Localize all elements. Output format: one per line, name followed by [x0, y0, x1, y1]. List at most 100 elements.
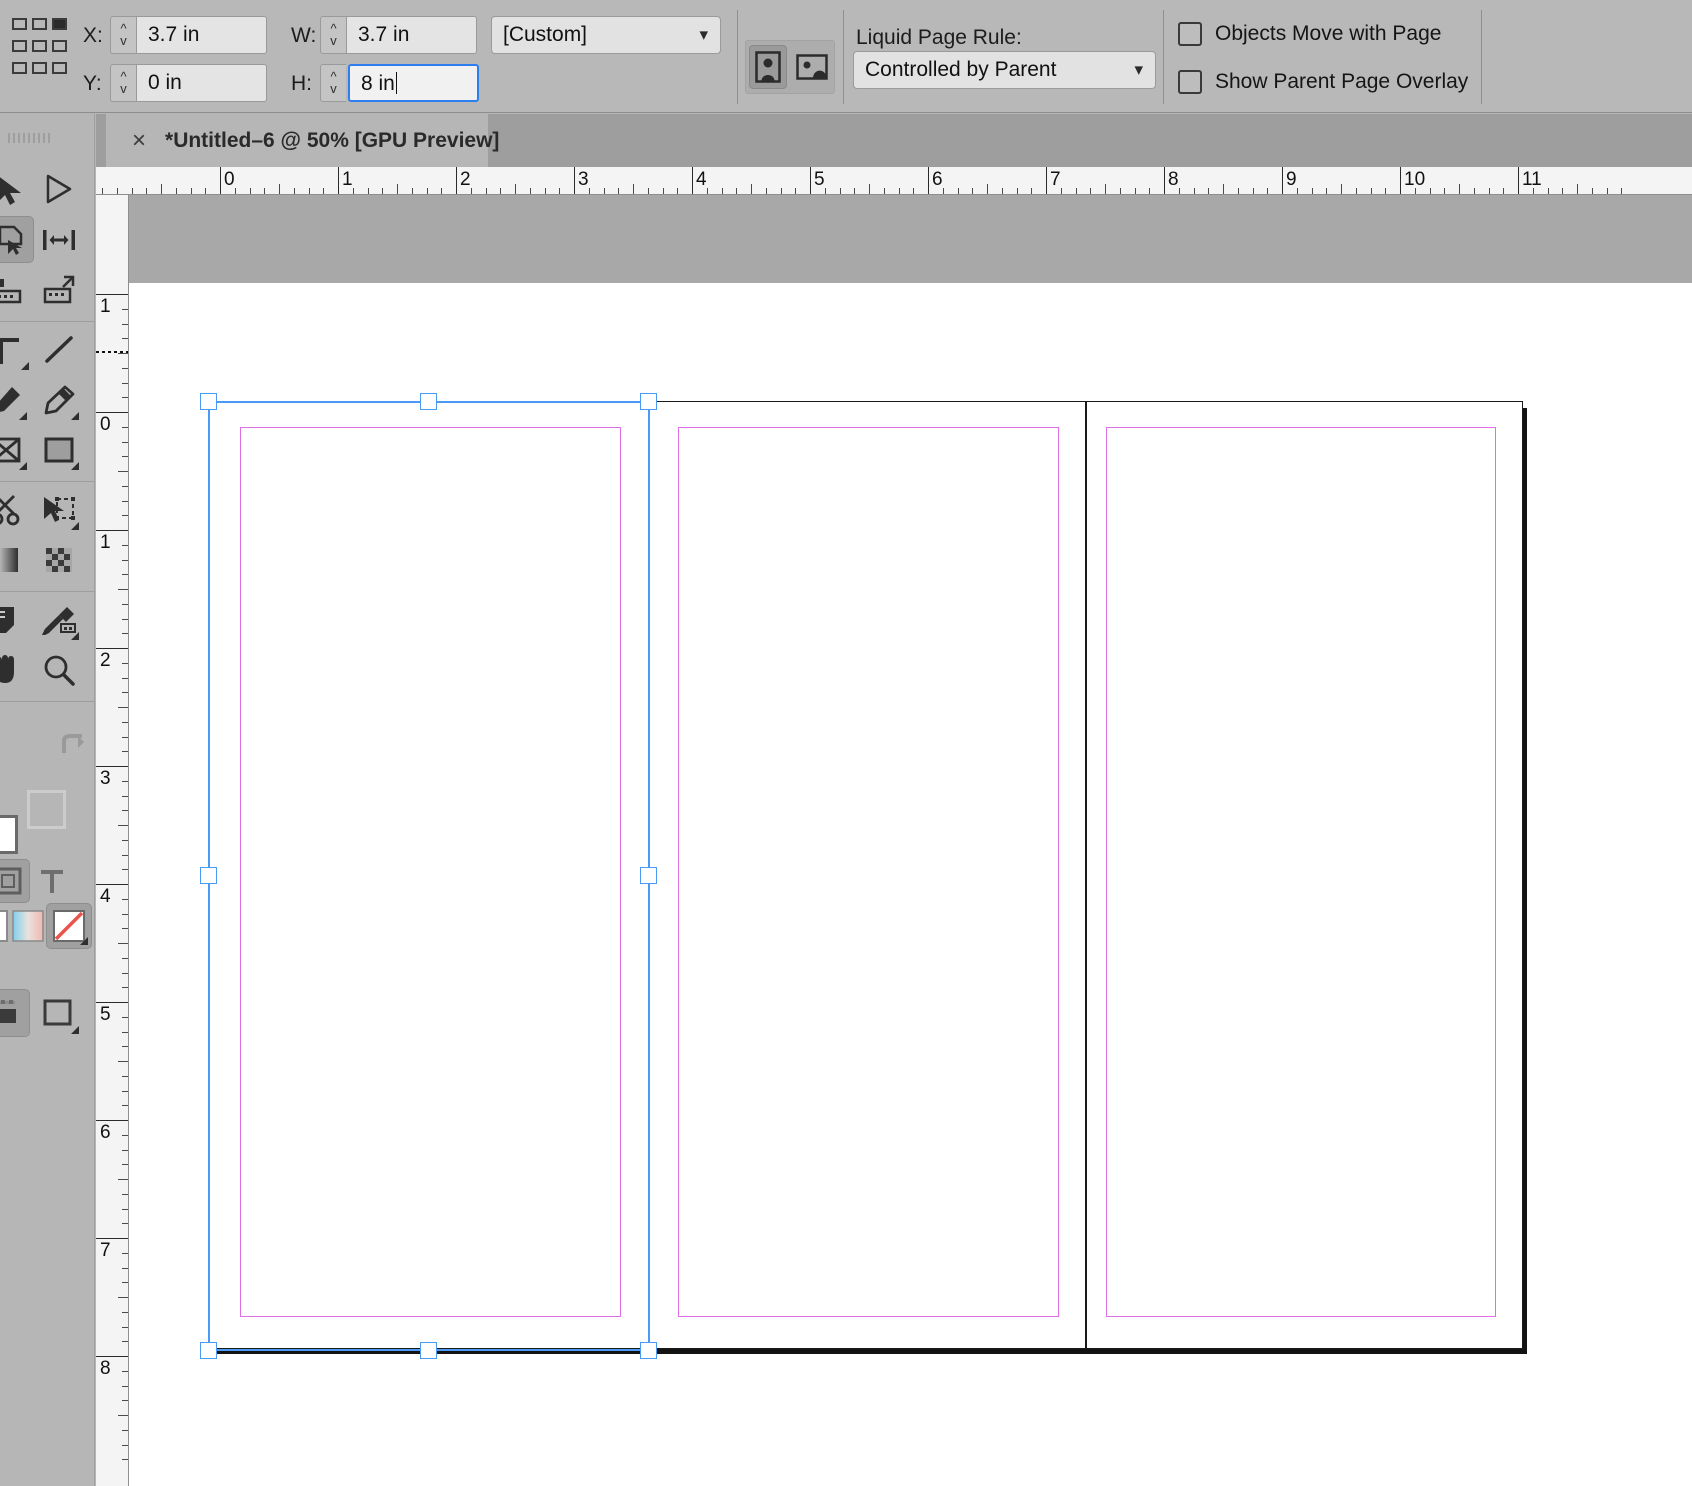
horizontal-ruler[interactable]: 01234567891011: [96, 167, 1692, 195]
landscape-orientation-button[interactable]: [793, 45, 831, 89]
objects-move-with-page-label: Objects Move with Page: [1215, 22, 1441, 46]
eyedropper-tool[interactable]: [36, 596, 82, 643]
formatting-affects-container-button[interactable]: [0, 859, 30, 903]
v-ruler-minor-tick: [122, 899, 129, 900]
h-ruler-minor-tick: [397, 184, 398, 195]
show-parent-page-overlay-checkbox[interactable]: [1178, 70, 1202, 94]
line-tool[interactable]: [36, 326, 82, 373]
gap-tool[interactable]: [36, 216, 82, 263]
h-ruler-minor-tick: [176, 188, 177, 195]
reference-point-proxy[interactable]: [12, 18, 72, 76]
tool-flyout-triangle[interactable]: [71, 412, 79, 420]
handle-middle-right[interactable]: [640, 867, 657, 884]
pencil-tool[interactable]: [36, 376, 82, 423]
content-collector-tool[interactable]: [0, 266, 30, 313]
handle-bottom-center[interactable]: [420, 1342, 437, 1359]
apply-gradient-button[interactable]: [8, 906, 48, 946]
close-icon[interactable]: ×: [132, 129, 146, 153]
rectangle-tool[interactable]: [36, 426, 82, 473]
handle-top-right[interactable]: [640, 393, 657, 410]
w-input[interactable]: 3.7 in: [346, 16, 477, 54]
tool-flyout-triangle[interactable]: [19, 412, 27, 420]
h-ruler-minor-tick: [1356, 188, 1357, 195]
v-ruler-minor-tick: [118, 589, 129, 590]
tool-flyout-triangle[interactable]: [71, 522, 79, 530]
v-ruler-minor-tick: [118, 707, 129, 708]
ref-point-mc[interactable]: [32, 40, 47, 52]
ref-point-tc[interactable]: [32, 18, 47, 30]
apply-none-button[interactable]: [46, 903, 92, 949]
ref-point-tr[interactable]: [52, 18, 67, 30]
type-tool[interactable]: [0, 326, 32, 373]
gradient-feather-tool[interactable]: [36, 536, 82, 583]
v-ruler-minor-tick: [122, 1430, 129, 1431]
content-placer-tool[interactable]: [36, 266, 82, 313]
zoom-tool[interactable]: [36, 646, 82, 693]
v-ruler-guide-marker: [96, 351, 129, 353]
tool-flyout-triangle[interactable]: [71, 1026, 79, 1034]
x-stepper[interactable]: ^ v: [110, 16, 136, 54]
rect-cross-frame-icon: [0, 435, 23, 465]
free-transform-tool[interactable]: [36, 486, 82, 533]
tool-flyout-triangle[interactable]: [71, 462, 79, 470]
handle-top-left[interactable]: [200, 393, 217, 410]
vertical-ruler[interactable]: 1012345678: [96, 195, 129, 1486]
ref-point-tl[interactable]: [12, 18, 27, 30]
pen-tool[interactable]: [0, 376, 30, 423]
tool-flyout-triangle[interactable]: [71, 632, 79, 640]
hand-tool[interactable]: [0, 646, 28, 693]
liquid-page-rule-combo[interactable]: Controlled by Parent ▾: [853, 51, 1156, 89]
v-ruler-minor-tick: [122, 1327, 129, 1328]
tool-flyout-triangle[interactable]: [80, 937, 88, 945]
v-ruler-minor-tick: [122, 515, 129, 516]
h-ruler-minor-tick: [1415, 188, 1416, 195]
document-tab[interactable]: × *Untitled–6 @ 50% [GPU Preview]: [106, 114, 488, 167]
y-label: Y:: [83, 72, 102, 96]
preview-mode-button[interactable]: [34, 989, 82, 1037]
h-input[interactable]: 8 in: [348, 64, 479, 102]
tool-flyout-triangle[interactable]: [19, 462, 27, 470]
gradient-swatch-tool[interactable]: [0, 536, 28, 583]
page-tool[interactable]: [0, 216, 34, 263]
handle-bottom-left[interactable]: [200, 1342, 217, 1359]
note-tool[interactable]: [0, 596, 28, 643]
formatting-container-icon: [0, 867, 22, 895]
v-ruler-label: 1: [100, 296, 111, 318]
show-parent-page-overlay-row[interactable]: Show Parent Page Overlay: [1178, 70, 1468, 94]
x-input[interactable]: 3.7 in: [136, 16, 267, 54]
portrait-orientation-button[interactable]: [749, 45, 787, 89]
v-ruler-minor-tick: [122, 663, 129, 664]
v-ruler-minor-tick: [122, 1400, 129, 1401]
handle-middle-left[interactable]: [200, 867, 217, 884]
selection-tool[interactable]: [0, 166, 32, 213]
h-ruler-label: 7: [1046, 169, 1061, 191]
y-stepper[interactable]: ^ v: [110, 64, 136, 102]
fill-swatch-box[interactable]: [0, 814, 22, 858]
h-stepper[interactable]: ^ v: [320, 64, 346, 102]
w-stepper[interactable]: ^ v: [320, 16, 346, 54]
tool-panel-grip[interactable]: [8, 133, 50, 143]
formatting-affects-text-button[interactable]: [30, 859, 74, 903]
scissors-tool[interactable]: [0, 486, 30, 533]
normal-view-mode-button[interactable]: [0, 989, 30, 1037]
stroke-swatch-box[interactable]: [26, 789, 70, 833]
ref-point-bc[interactable]: [32, 62, 47, 74]
document-canvas[interactable]: [129, 195, 1692, 1486]
swap-fill-stroke-button[interactable]: [50, 722, 96, 769]
handle-top-center[interactable]: [420, 393, 437, 410]
h-ruler-minor-tick: [1533, 188, 1534, 195]
tool-flyout-triangle[interactable]: [21, 362, 29, 370]
frame-tool[interactable]: [0, 426, 30, 473]
objects-move-with-page-row[interactable]: Objects Move with Page: [1178, 22, 1441, 46]
y-input[interactable]: 0 in: [136, 64, 267, 102]
ref-point-mr[interactable]: [52, 40, 67, 52]
h-ruler-minor-tick: [235, 188, 236, 195]
direct-selection-tool[interactable]: [36, 166, 82, 213]
page-size-preset-combo[interactable]: [Custom] ▾: [491, 16, 721, 54]
ref-point-ml[interactable]: [12, 40, 27, 52]
v-ruler-minor-tick: [118, 1415, 129, 1416]
ref-point-br[interactable]: [52, 62, 67, 74]
handle-bottom-right[interactable]: [640, 1342, 657, 1359]
objects-move-with-page-checkbox[interactable]: [1178, 22, 1202, 46]
ref-point-bl[interactable]: [12, 62, 27, 74]
